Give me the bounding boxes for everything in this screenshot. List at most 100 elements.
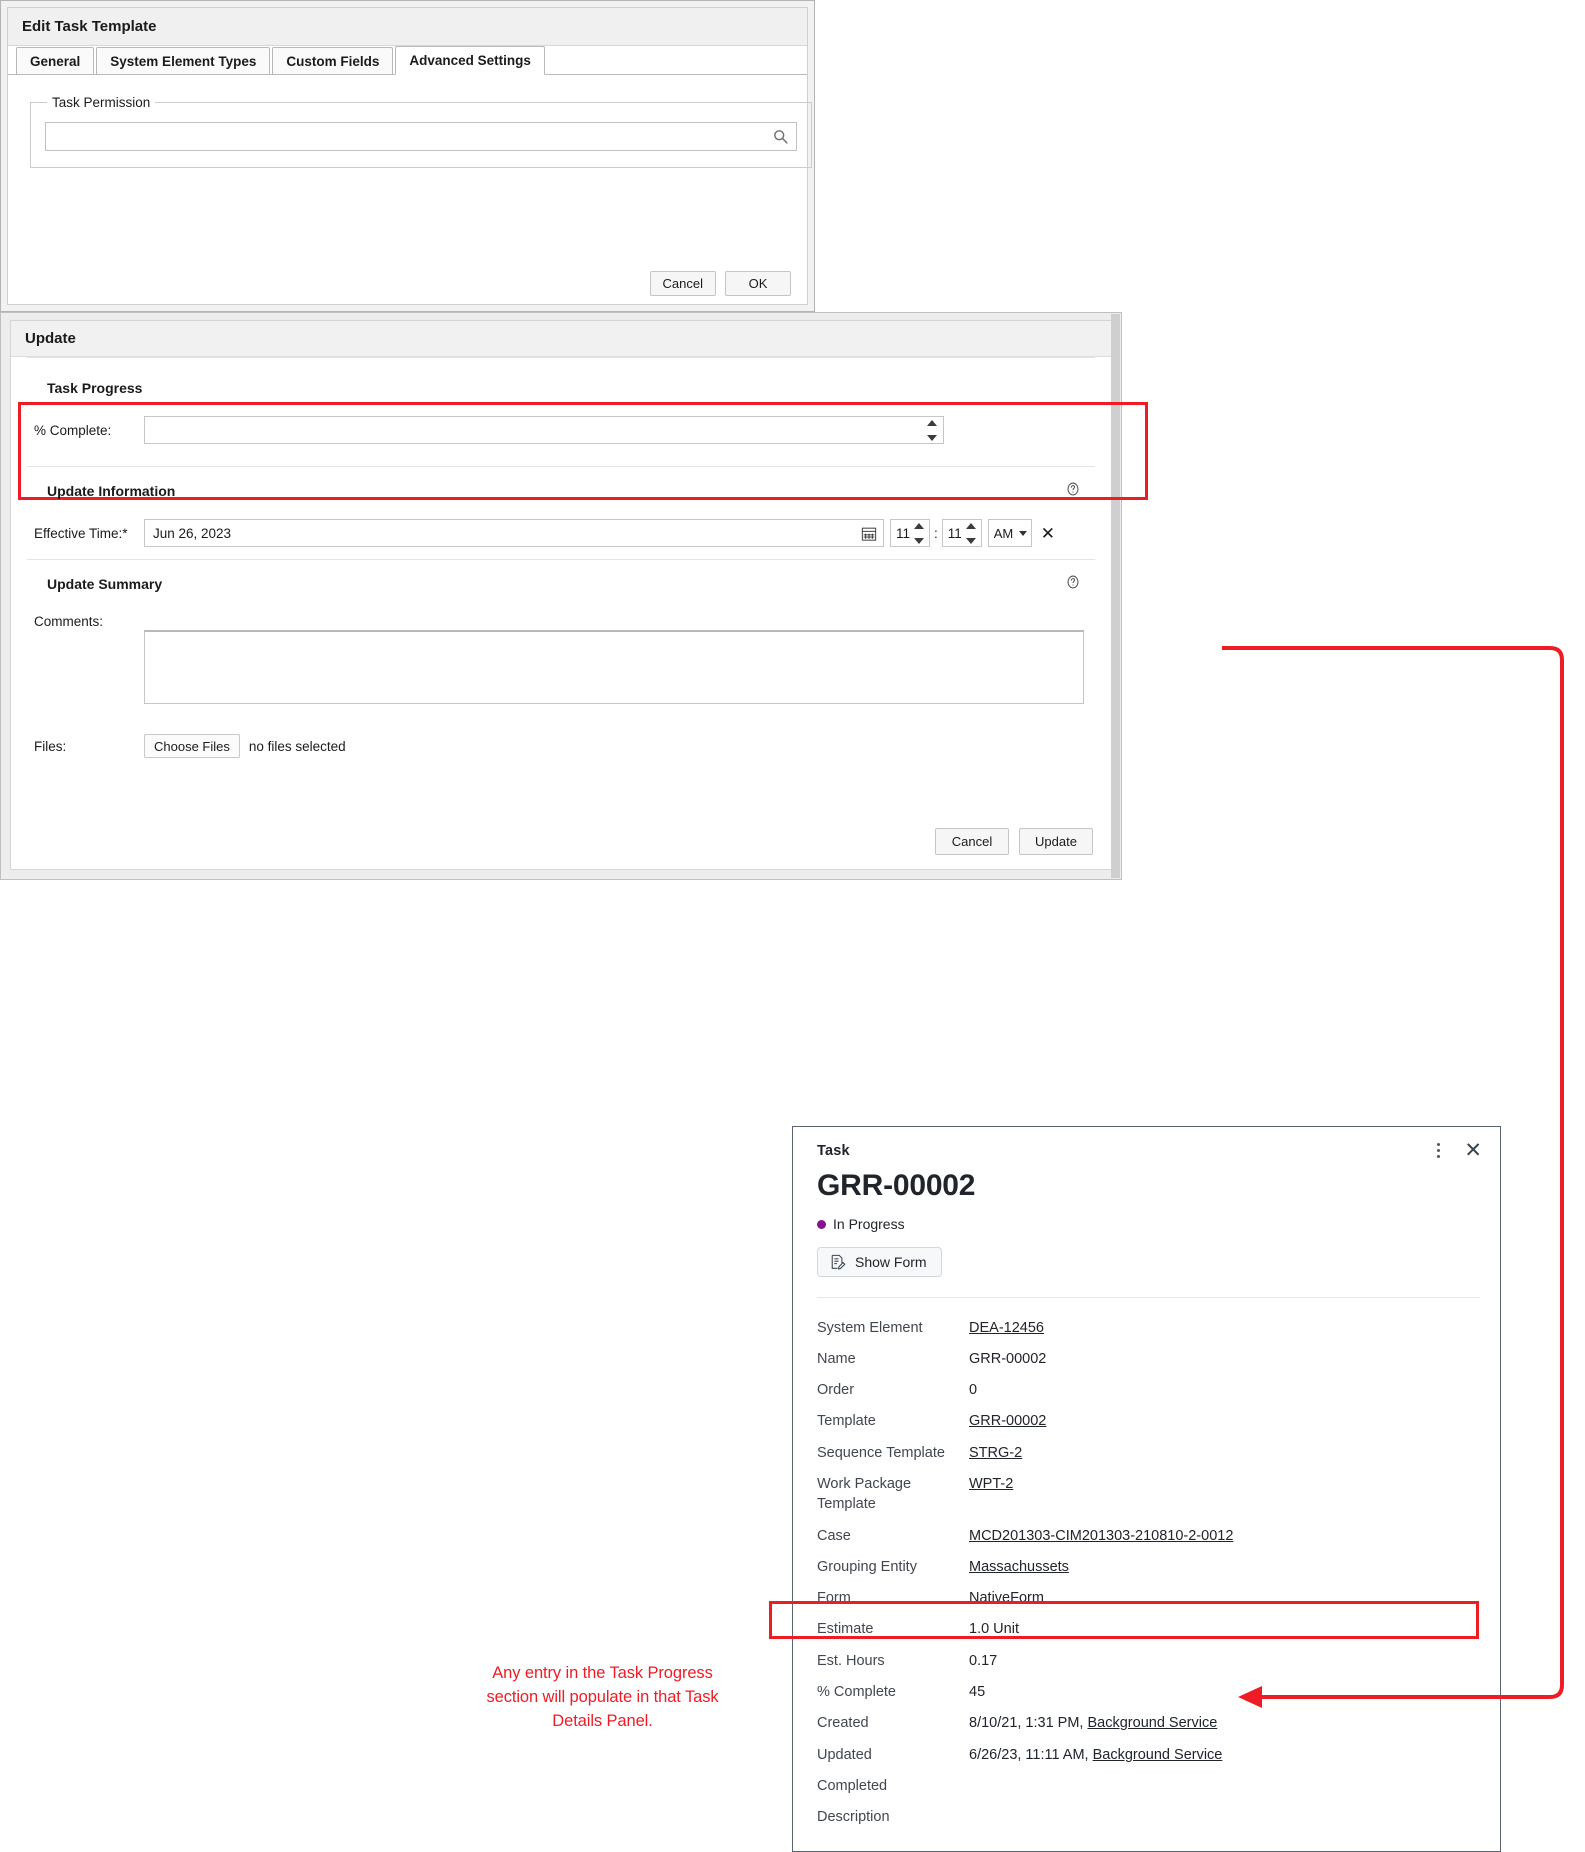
task-panel-header: Task ✕ GRR-00002 In Progress Show Form	[793, 1127, 1500, 1298]
task-field-description: Description	[817, 1802, 1480, 1833]
task-field-value-link[interactable]: STRG-2	[969, 1443, 1022, 1463]
task-field-key: Work Package Template	[817, 1475, 912, 1513]
clear-time-icon[interactable]: ✕	[1041, 525, 1055, 542]
task-field-value-link[interactable]: NativeForm	[969, 1588, 1044, 1608]
task-field-key: Order	[817, 1382, 855, 1399]
comments-textarea[interactable]	[145, 632, 1083, 703]
minute-value: 11	[947, 525, 962, 541]
task-field-form: Form NativeForm	[817, 1583, 1480, 1614]
update-dialog-titlebar: Update	[11, 321, 1111, 357]
advanced-settings-panel: Task Permission Allow % Complete:	[8, 75, 812, 373]
task-field-value: 0	[969, 1382, 978, 1399]
task-permission-legend: Task Permission	[52, 95, 151, 110]
choose-files-button[interactable]: Choose Files	[144, 734, 240, 758]
task-field-key: % Complete	[817, 1684, 896, 1701]
update-information-section: Update Information Effective Time:* Jun …	[27, 466, 1095, 559]
task-permission-search-input[interactable]	[46, 123, 796, 150]
task-field-value-link[interactable]: GRR-00002	[969, 1411, 1046, 1431]
tab-general[interactable]: General	[16, 47, 95, 74]
task-panel-kind-label: Task	[817, 1143, 850, 1159]
task-field-value: 0.17	[969, 1652, 998, 1669]
task-field-value-link[interactable]: WPT-2	[969, 1474, 1013, 1494]
update-summary-help-icon[interactable]	[1065, 574, 1081, 590]
task-panel-fields: System Element DEA-12456 Name GRR-00002 …	[769, 1298, 1500, 1833]
task-field-value: 8/10/21, 1:31 PM, Background Service	[969, 1713, 1217, 1733]
tab-advanced-settings[interactable]: Advanced Settings	[395, 46, 545, 75]
tab-system-element-types[interactable]: System Element Types	[96, 47, 271, 74]
effective-time-row: Effective Time:* 1	[34, 519, 1095, 547]
percent-complete-stepper[interactable]	[927, 420, 939, 441]
task-field-updated-author-link[interactable]: Background Service	[1093, 1747, 1223, 1763]
task-field-key: Updated	[817, 1746, 872, 1763]
task-panel-title: GRR-00002	[817, 1169, 976, 1202]
task-field-key: Sequence Template	[817, 1444, 945, 1461]
choose-files-label: Choose Files	[154, 738, 230, 754]
task-field-work-package-template: Work Package Template WPT-2	[817, 1468, 1480, 1520]
comments-field[interactable]	[144, 630, 1084, 704]
edit-task-template-title: Edit Task Template	[22, 18, 157, 35]
percent-complete-field[interactable]	[144, 416, 944, 444]
effective-date-field[interactable]	[144, 519, 884, 547]
update-dialog-title: Update	[25, 330, 76, 347]
tab-custom-fields[interactable]: Custom Fields	[272, 47, 394, 74]
comments-label: Comments:	[34, 614, 104, 629]
task-field-percent-complete: % Complete 45	[817, 1677, 1480, 1708]
percent-complete-label: % Complete:	[34, 422, 112, 438]
update-dialog-footer: Cancel Update	[935, 828, 1093, 855]
task-field-key: System Element	[817, 1319, 923, 1336]
task-field-value-link[interactable]: DEA-12456	[969, 1318, 1044, 1338]
minute-stepper[interactable]: 11	[941, 519, 982, 547]
template-ok-label: OK	[748, 276, 768, 291]
minute-spin-buttons[interactable]	[965, 523, 978, 544]
update-cancel-label: Cancel	[951, 834, 993, 849]
task-field-order: Order 0	[817, 1375, 1480, 1406]
task-field-value: 6/26/23, 11:11 AM, Background Service	[969, 1745, 1222, 1765]
task-field-value-link[interactable]: Massachussets	[969, 1557, 1069, 1577]
tab-system-element-types-label: System Element Types	[110, 53, 257, 69]
template-cancel-label: Cancel	[662, 276, 703, 291]
update-information-help-icon[interactable]	[1065, 481, 1081, 497]
show-form-button[interactable]: Show Form	[817, 1247, 942, 1277]
update-dialog: Update Task Progress % Complete: Update …	[0, 312, 1148, 880]
page-root: Within a Task Template configuration, th…	[0, 0, 1585, 1852]
task-field-value-link[interactable]: MCD201303-CIM201303-210810-2-0012	[969, 1526, 1233, 1546]
files-row: Files: Choose Files no files selected	[34, 734, 1095, 758]
search-icon	[772, 128, 789, 145]
tab-advanced-settings-label: Advanced Settings	[409, 53, 531, 68]
comments-row: Comments:	[34, 612, 1095, 704]
task-field-updated: Updated 6/26/23, 11:11 AM, Background Se…	[817, 1739, 1480, 1770]
template-ok-button[interactable]: OK	[725, 271, 791, 296]
update-summary-section: Update Summary Comments: Files: Choose F…	[27, 559, 1095, 758]
update-submit-button[interactable]: Update	[1019, 828, 1093, 855]
task-permission-search[interactable]	[45, 122, 797, 151]
calendar-icon[interactable]	[861, 525, 877, 542]
task-field-grouping-entity: Grouping Entity Massachussets	[817, 1551, 1480, 1582]
task-field-created: Created 8/10/21, 1:31 PM, Background Ser…	[817, 1708, 1480, 1739]
update-dialog-scrollbar[interactable]	[1111, 314, 1120, 878]
no-files-selected-text: no files selected	[248, 738, 346, 754]
meridiem-select[interactable]: AM	[987, 519, 1032, 547]
template-cancel-button[interactable]: Cancel	[649, 271, 716, 296]
percent-complete-input[interactable]	[145, 417, 943, 443]
meridiem-value: AM	[993, 525, 1014, 541]
task-field-created-author-link[interactable]: Background Service	[1088, 1715, 1218, 1731]
task-progress-title: Task Progress	[47, 380, 143, 396]
task-field-key: Completed	[817, 1777, 888, 1794]
update-cancel-button[interactable]: Cancel	[935, 828, 1009, 855]
status-dot-icon	[817, 1219, 826, 1229]
hour-stepper[interactable]: 11	[890, 519, 930, 547]
task-field-key: Name	[817, 1350, 856, 1367]
task-field-system-element: System Element DEA-12456	[817, 1312, 1480, 1343]
annotation-bottom: Any entry in the Task Progress section w…	[486, 1664, 723, 1730]
task-field-key: Created	[817, 1715, 869, 1732]
task-field-value: 45	[969, 1684, 986, 1701]
hour-value: 11	[896, 525, 911, 541]
effective-date-input[interactable]	[145, 520, 861, 546]
hour-spin-buttons[interactable]	[914, 523, 926, 544]
task-details-panel: Task ✕ GRR-00002 In Progress Show Form S…	[769, 1126, 1501, 1852]
close-icon[interactable]: ✕	[1464, 1140, 1482, 1161]
task-field-template: Template GRR-00002	[817, 1406, 1480, 1437]
more-vertical-icon[interactable]	[1435, 1141, 1442, 1160]
task-field-key: Case	[817, 1527, 851, 1544]
task-progress-section: Task Progress % Complete:	[18, 357, 1148, 500]
